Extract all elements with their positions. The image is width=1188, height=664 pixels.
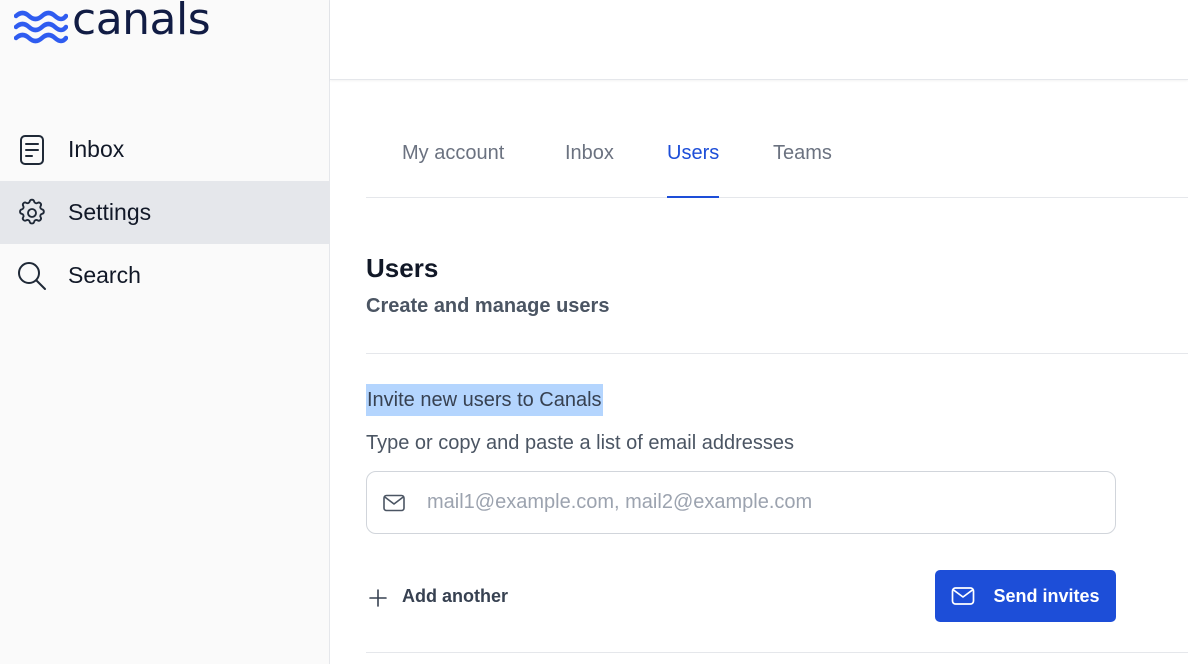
sidebar-item-label: Inbox — [68, 136, 125, 162]
email-input[interactable] — [427, 491, 1087, 514]
section-divider-bottom — [366, 652, 1188, 653]
search-icon — [16, 260, 48, 292]
add-another-button[interactable]: Add another — [366, 580, 508, 612]
invite-heading: Invite new users to Canals — [366, 384, 603, 416]
canals-logo[interactable]: canals — [14, 0, 211, 52]
top-bar — [330, 0, 1188, 80]
sidebar-item-settings[interactable]: Settings — [0, 181, 329, 244]
mail-icon — [951, 583, 977, 609]
tab-inbox[interactable]: Inbox — [565, 142, 614, 198]
plus-icon — [366, 586, 390, 610]
gear-icon — [16, 197, 48, 229]
email-field[interactable] — [366, 471, 1116, 534]
app-window: canals Inbox Settings Search My account … — [0, 0, 1188, 664]
tab-teams[interactable]: Teams — [773, 142, 832, 198]
sidebar-item-label: Search — [68, 262, 141, 288]
page-title: Users — [366, 253, 439, 283]
invite-description: Type or copy and paste a list of email a… — [366, 432, 795, 454]
send-invites-button[interactable]: Send invites — [935, 570, 1116, 622]
logo-wordmark: canals — [72, 0, 211, 45]
sidebar-nav: Inbox Settings Search — [0, 118, 329, 307]
sidebar-item-label: Settings — [68, 199, 152, 225]
send-invites-label: Send invites — [993, 585, 1100, 606]
sidebar-item-search[interactable]: Search — [0, 244, 329, 307]
tab-users[interactable]: Users — [667, 142, 720, 198]
add-another-label: Add another — [402, 585, 508, 606]
sidebar-item-inbox[interactable]: Inbox — [0, 118, 329, 181]
mail-icon — [383, 492, 405, 514]
sidebar: canals Inbox Settings Search — [0, 0, 330, 664]
tab-my-account[interactable]: My account — [402, 142, 504, 198]
settings-tabs: My account Inbox Users Teams — [366, 80, 1188, 198]
page-subtitle: Create and manage users — [366, 295, 610, 317]
document-icon — [16, 134, 48, 166]
section-divider — [366, 353, 1188, 354]
waves-logo-icon — [14, 10, 68, 44]
